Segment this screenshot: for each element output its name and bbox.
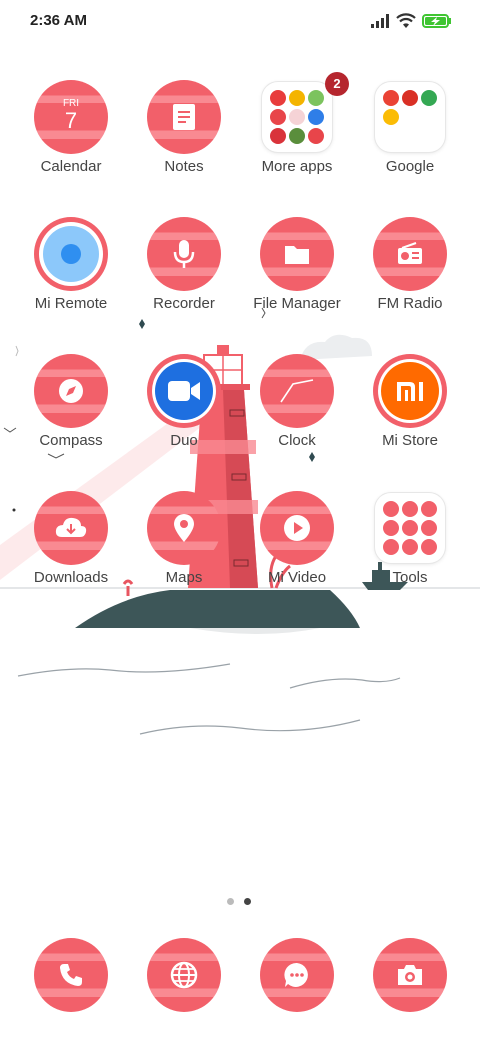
app-label: More apps (261, 158, 333, 175)
app-label: FM Radio (377, 295, 443, 312)
battery-charging-icon (422, 14, 451, 28)
signal-icon (371, 14, 389, 28)
page-indicator (227, 898, 251, 905)
microphone-icon (147, 217, 221, 291)
app-label: Mi Store (382, 432, 438, 449)
app-label: Tools (392, 569, 428, 586)
folder-google[interactable]: Google (354, 78, 466, 198)
dock-phone[interactable] (15, 936, 127, 1056)
message-icon (260, 938, 334, 1012)
remote-icon (34, 217, 108, 291)
map-pin-icon (147, 491, 221, 565)
camera-icon (373, 938, 447, 1012)
app-downloads[interactable]: Downloads (15, 489, 127, 609)
app-mi-store[interactable]: Mi Store (354, 352, 466, 472)
folder-icon (375, 493, 445, 563)
app-clock[interactable]: Clock (241, 352, 353, 472)
download-cloud-icon (34, 491, 108, 565)
folder-files-icon (260, 217, 334, 291)
dock-browser[interactable] (128, 936, 240, 1056)
app-label: Duo (170, 432, 198, 449)
app-label: Calendar (40, 158, 102, 175)
app-maps[interactable]: Maps (128, 489, 240, 609)
app-label: Mi Remote (34, 295, 108, 312)
radio-icon (373, 217, 447, 291)
app-mi-video[interactable]: Mi Video (241, 489, 353, 609)
dock (0, 936, 480, 1016)
phone-icon (34, 938, 108, 1012)
dock-camera[interactable] (354, 936, 466, 1056)
app-fm-radio[interactable]: FM Radio (354, 215, 466, 335)
compass-icon (34, 354, 108, 428)
calendar-day: FRI (62, 97, 80, 109)
folder-more-apps[interactable]: 2 More apps (241, 72, 353, 198)
notification-badge: 2 (325, 72, 349, 96)
app-label: Clock (278, 432, 316, 449)
app-label: Notes (164, 158, 204, 175)
calendar-date: 7 (64, 107, 78, 133)
status-bar: 2:36 AM (0, 0, 480, 44)
app-recorder[interactable]: Recorder (128, 215, 240, 335)
wifi-icon (396, 13, 416, 28)
app-mi-remote[interactable]: Mi Remote (15, 215, 127, 335)
app-label: Recorder (153, 295, 215, 312)
video-camera-icon (147, 354, 221, 428)
app-label: Compass (39, 432, 103, 449)
app-label: Downloads (33, 569, 109, 586)
folder-icon (375, 82, 445, 152)
globe-icon (147, 938, 221, 1012)
app-label: File Manager (253, 295, 341, 312)
notes-icon (147, 80, 221, 154)
clock-icon (260, 354, 334, 428)
app-label: Maps (165, 569, 203, 586)
status-icons (370, 10, 452, 32)
play-icon (260, 491, 334, 565)
calendar-icon: FRI 7 (34, 80, 108, 154)
app-calendar[interactable]: FRI 7 Calendar (15, 78, 127, 198)
mi-logo-icon (373, 354, 447, 428)
folder-tools[interactable]: Tools (354, 489, 466, 609)
dock-messages[interactable] (241, 936, 353, 1056)
folder-icon (262, 82, 332, 152)
page-dot-active[interactable] (244, 898, 251, 905)
app-notes[interactable]: Notes (128, 78, 240, 198)
app-file-manager[interactable]: File Manager (241, 215, 353, 335)
app-label: Google (385, 158, 435, 175)
page-dot[interactable] (227, 898, 234, 905)
app-compass[interactable]: Compass (15, 352, 127, 472)
status-time: 2:36 AM (30, 12, 87, 29)
app-duo[interactable]: Duo (128, 352, 240, 472)
app-label: Mi Video (267, 569, 327, 586)
